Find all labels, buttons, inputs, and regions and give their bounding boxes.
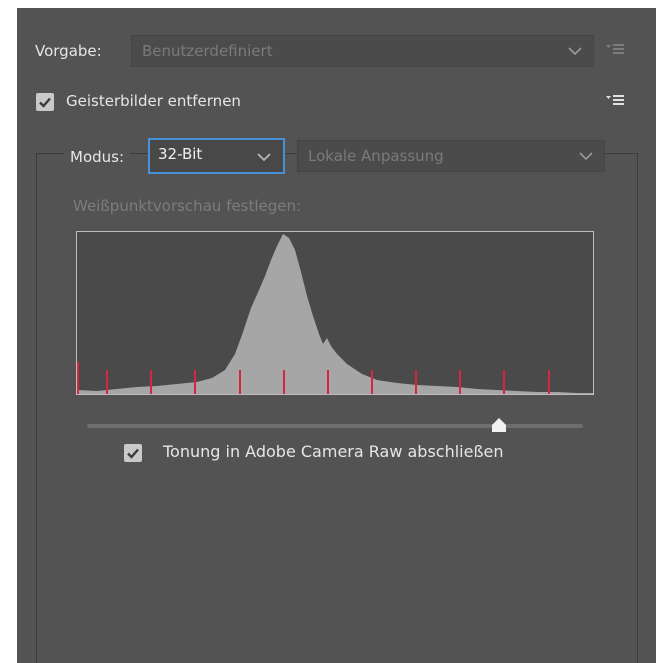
preset-value: Benutzerdefiniert xyxy=(142,42,273,60)
histogram-graph xyxy=(77,234,593,394)
tone-acr-label: Tonung in Adobe Camera Raw abschließen xyxy=(163,442,504,461)
method-value: Lokale Anpassung xyxy=(308,147,444,165)
checkmark-icon xyxy=(39,97,51,108)
preset-menu-icon[interactable] xyxy=(606,42,624,58)
preset-dropdown[interactable]: Benutzerdefiniert xyxy=(131,35,594,67)
preset-label: Vorgabe: xyxy=(35,42,102,60)
mode-label: Modus: xyxy=(64,147,131,167)
bit-depth-dropdown[interactable]: 32-Bit xyxy=(148,138,285,174)
white-point-slider-thumb[interactable] xyxy=(490,418,508,432)
remove-ghosts-checkbox[interactable] xyxy=(36,93,54,111)
chevron-down-icon xyxy=(257,153,271,162)
mode-groupbox xyxy=(36,153,638,663)
chevron-down-icon xyxy=(568,47,582,56)
white-point-label: Weißpunktvorschau festlegen: xyxy=(73,197,302,215)
method-dropdown[interactable]: Lokale Anpassung xyxy=(297,140,605,172)
white-point-slider-track[interactable] xyxy=(87,424,583,428)
tone-acr-checkbox[interactable] xyxy=(124,444,142,462)
histogram-fill xyxy=(77,234,593,394)
checkmark-icon xyxy=(127,448,139,459)
ghosts-menu-icon[interactable] xyxy=(606,93,624,109)
bit-depth-value: 32-Bit xyxy=(158,145,203,163)
chevron-down-icon xyxy=(579,152,593,161)
remove-ghosts-label: Geisterbilder entfernen xyxy=(66,92,241,110)
histogram[interactable] xyxy=(76,231,594,395)
